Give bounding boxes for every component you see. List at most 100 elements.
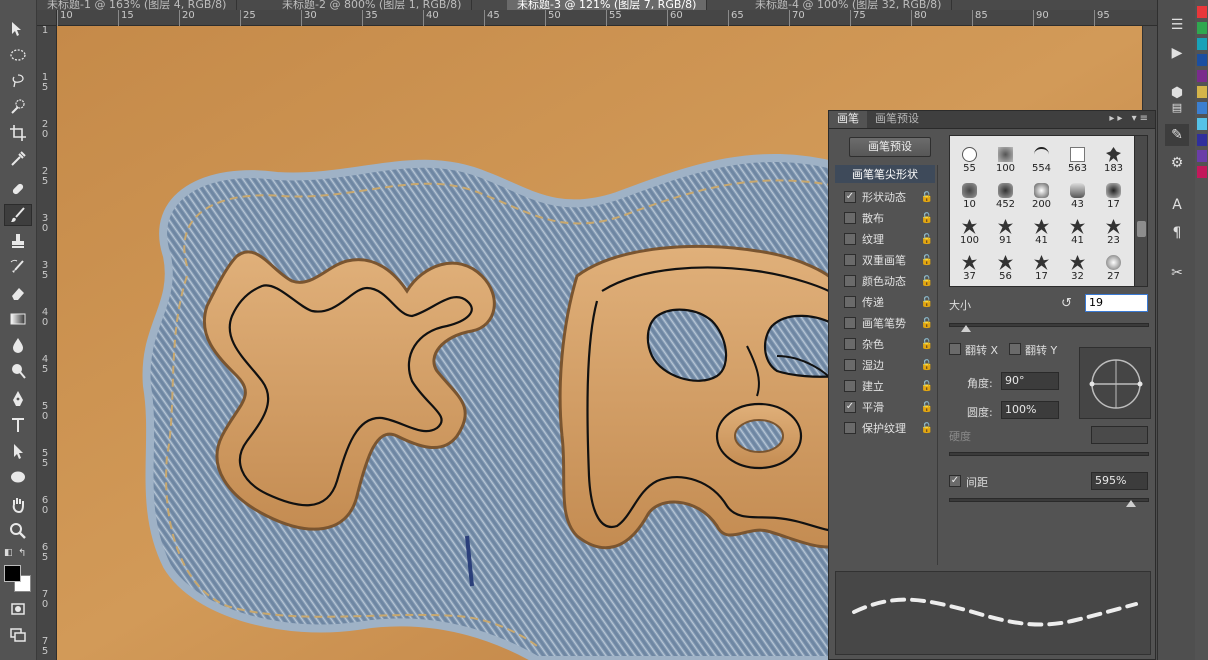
brush-tip[interactable]: 43 [1062, 182, 1093, 212]
checkbox-icon[interactable]: ✓ [844, 401, 856, 413]
brush-icon[interactable] [4, 204, 32, 226]
flip-y-checkbox[interactable] [1009, 343, 1021, 355]
lasso-icon[interactable] [4, 70, 32, 92]
character-icon[interactable]: A [1165, 194, 1189, 216]
roundness-input[interactable]: 100% [1001, 401, 1059, 419]
option-transfer[interactable]: 传递 🔓 [835, 292, 935, 312]
lock-icon[interactable]: 🔓 [921, 318, 933, 329]
checkbox-icon[interactable] [844, 254, 856, 266]
panel-menu-icon[interactable]: ▸▸ ▾≡ [1109, 113, 1151, 124]
color-swatch[interactable] [1197, 38, 1207, 50]
doc-tab-4[interactable]: 未标题-4 @ 100% (图层 32, RGB/8) [745, 0, 953, 10]
color-swatch[interactable] [1197, 118, 1207, 130]
doc-tab-1[interactable]: 未标题-1 @ 163% (图层 4, RGB/8) [37, 0, 238, 10]
hardness-input[interactable] [1091, 426, 1148, 444]
checkbox-icon[interactable] [844, 338, 856, 350]
brush-panel-icon[interactable]: ✎ [1165, 124, 1189, 146]
blur-icon[interactable] [4, 334, 32, 356]
brush-tip[interactable]: 23 [1098, 218, 1129, 248]
color-swatch[interactable] [1197, 86, 1207, 98]
brush-tip-scrollbar[interactable] [1134, 135, 1148, 287]
color-swatch[interactable] [1197, 6, 1207, 18]
doc-tab-2[interactable]: 未标题-2 @ 800% (图层 1, RGB/8) [272, 0, 473, 10]
pen-icon[interactable] [4, 388, 32, 410]
angle-input[interactable]: 90° [1001, 372, 1059, 390]
option-build-up[interactable]: 建立 🔓 [835, 376, 935, 396]
foreground-color-swatch[interactable] [4, 565, 21, 582]
dodge-icon[interactable] [4, 360, 32, 382]
brush-tip[interactable]: 563 [1062, 146, 1093, 176]
size-input[interactable]: 19 [1085, 294, 1148, 312]
tab-brush-presets[interactable]: 画笔预设 [867, 111, 927, 128]
lock-icon[interactable]: 🔓 [921, 234, 933, 245]
color-swatch[interactable] [1197, 54, 1207, 66]
brush-tip[interactable]: 17 [1026, 254, 1057, 284]
brush-tip[interactable]: 200 [1026, 182, 1057, 212]
lock-icon[interactable]: 🔓 [921, 213, 933, 224]
checkbox-icon[interactable] [844, 422, 856, 434]
history-icon[interactable]: ☰ [1165, 14, 1189, 36]
play-icon[interactable]: ▶ [1165, 42, 1189, 64]
checkbox-icon[interactable] [844, 212, 856, 224]
lock-icon[interactable]: 🔓 [921, 423, 933, 434]
checkbox-icon[interactable] [844, 317, 856, 329]
brush-tip[interactable]: 10 [954, 182, 985, 212]
lock-icon[interactable]: 🔓 [921, 297, 933, 308]
eyedropper-icon[interactable] [4, 148, 32, 170]
hardness-slider[interactable] [949, 452, 1149, 456]
path-select-icon[interactable] [4, 440, 32, 462]
crop-icon[interactable] [4, 122, 32, 144]
brush-tip[interactable]: 100 [990, 146, 1021, 176]
gradient-icon[interactable] [4, 308, 32, 330]
option-brush-pose[interactable]: 画笔笔势 🔓 [835, 313, 935, 333]
brush-tip[interactable]: 91 [990, 218, 1021, 248]
flip-x-checkbox[interactable] [949, 343, 961, 355]
color-swatch[interactable] [1197, 166, 1207, 178]
lock-icon[interactable]: 🔓 [921, 255, 933, 266]
eraser-icon[interactable] [4, 282, 32, 304]
checkbox-icon[interactable] [844, 359, 856, 371]
stamp-icon[interactable] [4, 230, 32, 252]
lock-icon[interactable]: 🔓 [921, 402, 933, 413]
brush-tip[interactable]: 55 [954, 146, 985, 176]
swap-colors-icon[interactable]: ↰ [18, 548, 26, 559]
healing-icon[interactable] [4, 178, 32, 200]
brush-tip-shape-item[interactable]: 画笔笔尖形状 [835, 165, 935, 183]
lock-icon[interactable]: 🔓 [921, 276, 933, 287]
option-shape-dynamics[interactable]: ✓ 形状动态 🔓 [835, 187, 935, 207]
angle-roundness-preview[interactable] [1079, 347, 1151, 419]
tools-preset-icon[interactable]: ✂ [1165, 262, 1189, 284]
scroll-thumb[interactable] [1137, 221, 1146, 237]
history-brush-icon[interactable] [4, 256, 32, 278]
spacing-slider[interactable] [949, 498, 1149, 502]
paragraph-icon[interactable]: ¶ [1165, 222, 1189, 244]
brush-tip[interactable]: 37 [954, 254, 985, 284]
quick-select-icon[interactable] [4, 96, 32, 118]
reset-size-icon[interactable]: ↺ [1061, 296, 1072, 311]
option-dual-brush[interactable]: 双重画笔 🔓 [835, 250, 935, 270]
option-scattering[interactable]: 散布 🔓 [835, 208, 935, 228]
checkbox-icon[interactable] [844, 275, 856, 287]
checkbox-icon[interactable] [844, 380, 856, 392]
option-color-dynamics[interactable]: 颜色动态 🔓 [835, 271, 935, 291]
brush-tip[interactable]: 452 [990, 182, 1021, 212]
brush-tip[interactable]: 27 [1098, 254, 1129, 284]
option-protect-texture[interactable]: 保护纹理 🔓 [835, 418, 935, 438]
option-smoothing[interactable]: ✓ 平滑 🔓 [835, 397, 935, 417]
ellipse-icon[interactable] [4, 466, 32, 488]
brush-tip[interactable]: 32 [1062, 254, 1093, 284]
lock-icon[interactable]: 🔓 [921, 339, 933, 350]
hand-icon[interactable] [4, 494, 32, 516]
default-colors-icon[interactable]: ◧ [4, 548, 13, 558]
color-swatch[interactable] [1197, 22, 1207, 34]
size-slider-knob[interactable] [961, 325, 971, 332]
brush-tip[interactable]: 56 [990, 254, 1021, 284]
checkbox-icon[interactable] [844, 296, 856, 308]
quick-mask-icon[interactable] [4, 598, 32, 620]
brush-tip[interactable]: 41 [1026, 218, 1057, 248]
lock-icon[interactable]: 🔓 [921, 381, 933, 392]
checkbox-icon[interactable] [844, 233, 856, 245]
brush-tip[interactable]: 554 [1026, 146, 1057, 176]
doc-tab-3[interactable]: 未标题-3 @ 121% (图层 7, RGB/8) [507, 0, 708, 10]
spacing-input[interactable]: 595% [1091, 472, 1148, 490]
